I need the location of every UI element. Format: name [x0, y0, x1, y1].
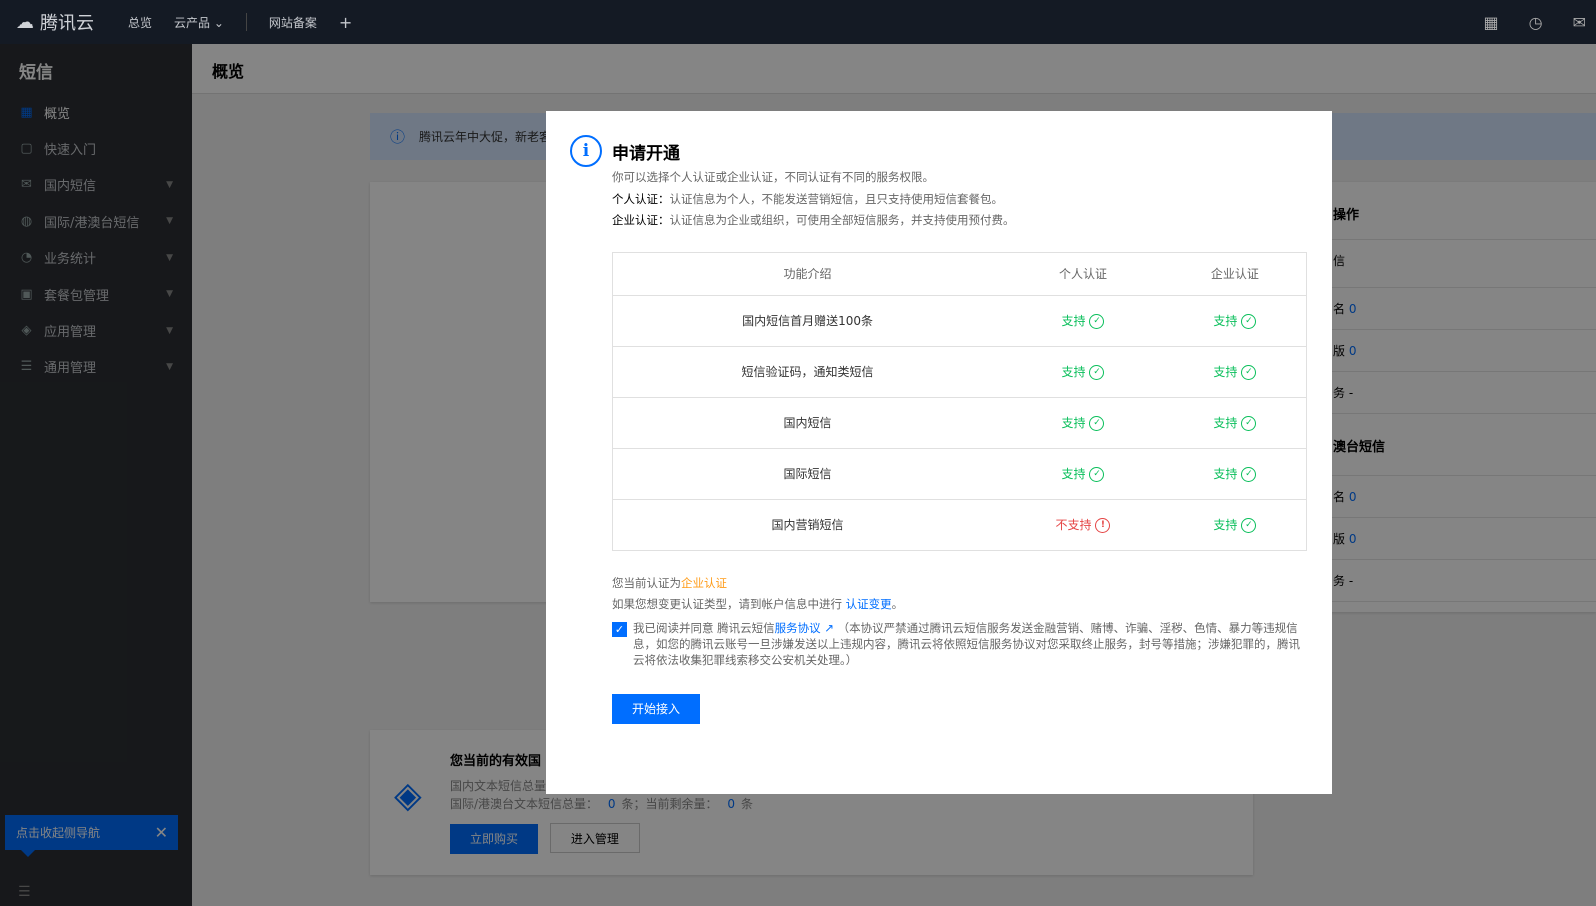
info-icon: i — [570, 135, 602, 167]
check-circle-icon: ✓ — [1241, 518, 1257, 533]
check-circle-icon: ✓ — [1089, 314, 1105, 329]
clock-icon[interactable]: ◷ — [1529, 13, 1543, 32]
top-nav-bar: ☁ 腾讯云 总览 云产品 ⌄ 网站备案 + ▦ ◷ ✉ — [0, 0, 1596, 44]
mail-icon[interactable]: ✉ — [1573, 13, 1586, 32]
table-row: 国际短信 支持 ✓ 支持 ✓ — [612, 448, 1307, 500]
error-circle-icon: ! — [1095, 518, 1111, 533]
table-row: 国内营销短信 不支持! 支持 ✓ — [612, 499, 1307, 551]
nav-icp[interactable]: 网站备案 — [269, 14, 317, 31]
check-circle-icon: ✓ — [1089, 467, 1105, 482]
nav-products[interactable]: 云产品 ⌄ — [174, 14, 224, 31]
table-row: 短信验证码，通知类短信 支持 ✓ 支持 ✓ — [612, 346, 1307, 398]
cloud-icon: ☁ — [16, 11, 34, 33]
check-circle-icon: ✓ — [1241, 314, 1257, 329]
comparison-table: 功能介绍 个人认证 企业认证 国内短信首月赠送100条 支持 ✓ 支持 ✓ 短信验证码，通知… — [612, 251, 1307, 551]
table-row: 国内短信首月赠送100条 支持 ✓ 支持 ✓ — [612, 295, 1307, 347]
table-row: 国内短信 支持 ✓ 支持 ✓ — [612, 397, 1307, 449]
divider — [245, 13, 247, 31]
check-circle-icon: ✓ — [1241, 416, 1257, 431]
check-circle-icon: ✓ — [1241, 467, 1257, 482]
check-circle-icon: ✓ — [1089, 416, 1105, 431]
service-agreement-link[interactable]: 服务协议 — [775, 621, 821, 635]
agree-checkbox[interactable]: ✓ — [612, 621, 627, 637]
nav-overview[interactable]: 总览 — [128, 14, 152, 31]
change-auth-link[interactable]: 认证变更 — [846, 597, 892, 611]
check-circle-icon: ✓ — [1241, 365, 1257, 380]
start-button[interactable]: 开始接入 — [612, 693, 700, 724]
add-shortcut-button[interactable]: + — [339, 13, 352, 32]
check-circle-icon: ✓ — [1089, 365, 1105, 380]
apply-dialog: i 申请开通 你可以选择个人认证或企业认证，不同认证有不同的服务权限。 个人认证：… — [546, 111, 1332, 794]
external-link-icon[interactable]: ↗ — [824, 621, 834, 635]
dialog-title: 申请开通 — [612, 143, 680, 164]
qrcode-icon[interactable]: ▦ — [1484, 13, 1499, 32]
tencent-cloud-logo[interactable]: ☁ 腾讯云 — [16, 9, 94, 35]
